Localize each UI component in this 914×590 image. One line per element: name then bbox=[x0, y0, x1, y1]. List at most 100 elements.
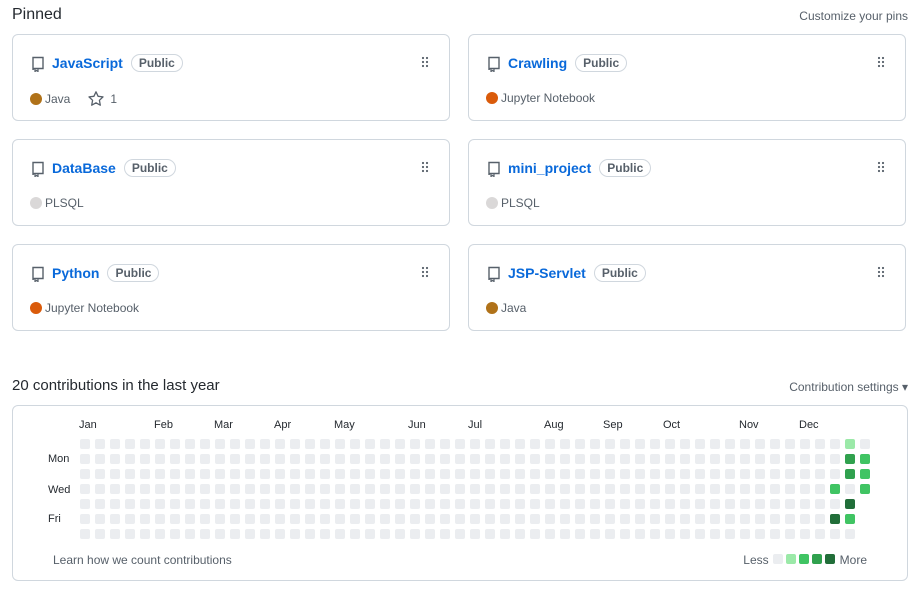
drag-handle-icon[interactable] bbox=[421, 56, 429, 68]
contribution-day-cell[interactable] bbox=[785, 514, 795, 524]
contribution-day-cell[interactable] bbox=[575, 454, 585, 464]
contribution-day-cell[interactable] bbox=[545, 454, 555, 464]
contribution-day-cell[interactable] bbox=[755, 469, 765, 479]
contribution-day-cell[interactable] bbox=[845, 454, 855, 464]
contribution-day-cell[interactable] bbox=[590, 469, 600, 479]
contribution-day-cell[interactable] bbox=[710, 514, 720, 524]
contribution-day-cell[interactable] bbox=[560, 484, 570, 494]
contribution-day-cell[interactable] bbox=[605, 484, 615, 494]
contribution-day-cell[interactable] bbox=[335, 484, 345, 494]
contribution-day-cell[interactable] bbox=[305, 499, 315, 509]
contribution-day-cell[interactable] bbox=[95, 439, 105, 449]
contribution-day-cell[interactable] bbox=[80, 469, 90, 479]
contribution-day-cell[interactable] bbox=[320, 484, 330, 494]
contribution-day-cell[interactable] bbox=[335, 529, 345, 539]
contribution-day-cell[interactable] bbox=[185, 499, 195, 509]
contribution-day-cell[interactable] bbox=[695, 439, 705, 449]
contribution-day-cell[interactable] bbox=[530, 454, 540, 464]
contribution-day-cell[interactable] bbox=[290, 439, 300, 449]
contribution-day-cell[interactable] bbox=[560, 514, 570, 524]
contribution-day-cell[interactable] bbox=[530, 484, 540, 494]
contribution-day-cell[interactable] bbox=[200, 499, 210, 509]
contribution-day-cell[interactable] bbox=[230, 484, 240, 494]
contribution-day-cell[interactable] bbox=[470, 529, 480, 539]
contribution-day-cell[interactable] bbox=[575, 484, 585, 494]
contribution-day-cell[interactable] bbox=[470, 469, 480, 479]
repo-name-link[interactable]: DataBase bbox=[52, 160, 116, 176]
contribution-day-cell[interactable] bbox=[380, 484, 390, 494]
customize-pins-link[interactable]: Customize your pins bbox=[799, 9, 908, 23]
contribution-day-cell[interactable] bbox=[440, 454, 450, 464]
contribution-day-cell[interactable] bbox=[200, 529, 210, 539]
contribution-day-cell[interactable] bbox=[440, 514, 450, 524]
contribution-day-cell[interactable] bbox=[800, 439, 810, 449]
contribution-day-cell[interactable] bbox=[680, 529, 690, 539]
contribution-day-cell[interactable] bbox=[215, 469, 225, 479]
contribution-day-cell[interactable] bbox=[845, 529, 855, 539]
contribution-day-cell[interactable] bbox=[575, 439, 585, 449]
contribution-day-cell[interactable] bbox=[215, 529, 225, 539]
contribution-day-cell[interactable] bbox=[710, 469, 720, 479]
contribution-day-cell[interactable] bbox=[755, 454, 765, 464]
contribution-day-cell[interactable] bbox=[335, 439, 345, 449]
contribution-day-cell[interactable] bbox=[290, 469, 300, 479]
contribution-day-cell[interactable] bbox=[245, 439, 255, 449]
contribution-day-cell[interactable] bbox=[815, 454, 825, 464]
contribution-day-cell[interactable] bbox=[770, 514, 780, 524]
contribution-day-cell[interactable] bbox=[275, 469, 285, 479]
repo-name-link[interactable]: mini_project bbox=[508, 160, 591, 176]
contribution-day-cell[interactable] bbox=[455, 469, 465, 479]
contribution-day-cell[interactable] bbox=[545, 484, 555, 494]
contribution-day-cell[interactable] bbox=[110, 529, 120, 539]
contribution-day-cell[interactable] bbox=[770, 469, 780, 479]
contribution-day-cell[interactable] bbox=[755, 499, 765, 509]
contribution-day-cell[interactable] bbox=[170, 454, 180, 464]
contribution-day-cell[interactable] bbox=[545, 529, 555, 539]
contribution-day-cell[interactable] bbox=[500, 499, 510, 509]
contribution-day-cell[interactable] bbox=[830, 454, 840, 464]
contribution-day-cell[interactable] bbox=[830, 484, 840, 494]
contribution-day-cell[interactable] bbox=[560, 454, 570, 464]
contribution-day-cell[interactable] bbox=[275, 439, 285, 449]
contribution-day-cell[interactable] bbox=[710, 484, 720, 494]
contribution-day-cell[interactable] bbox=[620, 484, 630, 494]
contribution-day-cell[interactable] bbox=[455, 484, 465, 494]
contribution-day-cell[interactable] bbox=[125, 454, 135, 464]
contribution-day-cell[interactable] bbox=[485, 499, 495, 509]
contribution-day-cell[interactable] bbox=[725, 499, 735, 509]
drag-handle-icon[interactable] bbox=[421, 266, 429, 278]
contribution-day-cell[interactable] bbox=[650, 514, 660, 524]
contribution-day-cell[interactable] bbox=[125, 499, 135, 509]
contribution-day-cell[interactable] bbox=[305, 514, 315, 524]
contribution-day-cell[interactable] bbox=[350, 529, 360, 539]
contribution-day-cell[interactable] bbox=[575, 499, 585, 509]
contribution-settings-button[interactable]: Contribution settings ▾ bbox=[789, 380, 908, 394]
contribution-day-cell[interactable] bbox=[350, 499, 360, 509]
contribution-day-cell[interactable] bbox=[575, 514, 585, 524]
contribution-day-cell[interactable] bbox=[95, 499, 105, 509]
contribution-day-cell[interactable] bbox=[650, 454, 660, 464]
contribution-day-cell[interactable] bbox=[785, 499, 795, 509]
contribution-day-cell[interactable] bbox=[860, 469, 870, 479]
contribution-day-cell[interactable] bbox=[695, 514, 705, 524]
contribution-day-cell[interactable] bbox=[395, 484, 405, 494]
contribution-day-cell[interactable] bbox=[290, 454, 300, 464]
contribution-day-cell[interactable] bbox=[155, 469, 165, 479]
contribution-day-cell[interactable] bbox=[200, 454, 210, 464]
contribution-day-cell[interactable] bbox=[740, 529, 750, 539]
contribution-day-cell[interactable] bbox=[635, 439, 645, 449]
contribution-day-cell[interactable] bbox=[305, 484, 315, 494]
contribution-day-cell[interactable] bbox=[590, 484, 600, 494]
contribution-day-cell[interactable] bbox=[320, 439, 330, 449]
contribution-day-cell[interactable] bbox=[800, 484, 810, 494]
contribution-day-cell[interactable] bbox=[605, 514, 615, 524]
contribution-day-cell[interactable] bbox=[425, 454, 435, 464]
contribution-day-cell[interactable] bbox=[170, 439, 180, 449]
contribution-day-cell[interactable] bbox=[815, 484, 825, 494]
contribution-day-cell[interactable] bbox=[80, 439, 90, 449]
contribution-day-cell[interactable] bbox=[140, 484, 150, 494]
contribution-day-cell[interactable] bbox=[230, 439, 240, 449]
contribution-day-cell[interactable] bbox=[185, 484, 195, 494]
contribution-day-cell[interactable] bbox=[95, 469, 105, 479]
contribution-day-cell[interactable] bbox=[740, 484, 750, 494]
